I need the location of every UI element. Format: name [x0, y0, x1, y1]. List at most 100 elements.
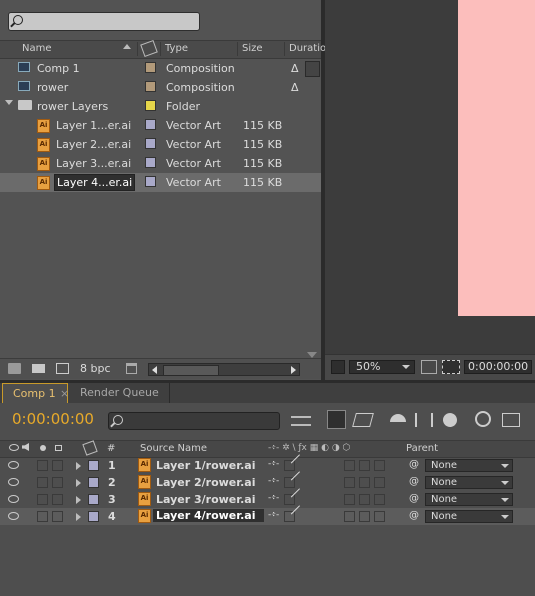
horizontal-scrollbar[interactable]	[148, 363, 300, 376]
project-item[interactable]: rower Composition Δ	[0, 78, 321, 97]
magnification-dropdown[interactable]: 50%	[349, 360, 415, 374]
effect-switch[interactable]	[344, 511, 355, 522]
viewer-timecode[interactable]: 0:00:00:00	[464, 360, 532, 374]
shy-switch-icon[interactable]: -፥-	[268, 510, 279, 520]
project-item[interactable]: Ai Layer 2...er.ai Vector Art 115 KB	[0, 135, 321, 154]
eye-icon[interactable]	[8, 461, 19, 469]
parent-dropdown[interactable]: None	[425, 476, 513, 489]
project-item[interactable]: Comp 1 Composition Δ	[0, 59, 321, 78]
audio-toggle[interactable]	[37, 477, 48, 488]
motion-blur-switch[interactable]	[374, 511, 385, 522]
comp-mini-flowchart-icon[interactable]	[291, 416, 311, 426]
expand-triangle-icon[interactable]	[76, 496, 81, 504]
frame-blending-icon[interactable]	[415, 413, 433, 427]
layer-name[interactable]: Layer 1/rower.ai	[156, 459, 255, 472]
label-color-chip[interactable]	[88, 460, 99, 471]
motion-blur-switch[interactable]	[374, 477, 385, 488]
eye-icon[interactable]	[8, 512, 19, 520]
label-color-chip[interactable]	[145, 100, 156, 111]
parent-dropdown[interactable]: None	[425, 493, 513, 506]
effect-switch[interactable]	[344, 494, 355, 505]
effect-switch[interactable]	[344, 477, 355, 488]
audio-toggle[interactable]	[37, 511, 48, 522]
eye-icon[interactable]	[8, 495, 19, 503]
current-time-display[interactable]: 0:00:00:00	[12, 410, 94, 428]
project-search-input[interactable]	[8, 12, 200, 31]
expand-triangle-icon[interactable]	[76, 513, 81, 521]
shy-switch-icon[interactable]: -፥-	[268, 476, 279, 486]
frame-blend-switch[interactable]	[359, 477, 370, 488]
parent-dropdown[interactable]: None	[425, 510, 513, 523]
draft-3d-icon[interactable]	[352, 413, 374, 427]
live-update-icon[interactable]	[327, 410, 346, 429]
audio-switch-icon[interactable]	[22, 443, 29, 451]
safe-margins-icon[interactable]	[421, 360, 437, 374]
solo-switch-icon[interactable]	[40, 445, 46, 451]
audio-toggle[interactable]	[37, 460, 48, 471]
video-switch-icon[interactable]	[9, 444, 19, 451]
effect-switch[interactable]	[344, 460, 355, 471]
shy-switch-icon[interactable]: -፥-	[268, 459, 279, 469]
parent-header[interactable]: Parent	[406, 443, 438, 454]
audio-toggle[interactable]	[37, 494, 48, 505]
label-color-chip[interactable]	[88, 511, 99, 522]
pick-whip-icon[interactable]: @	[409, 459, 419, 470]
interpret-footage-icon[interactable]	[8, 363, 21, 374]
size-column-header[interactable]: Size	[242, 43, 263, 54]
tab-comp-1[interactable]: Comp 1 ×	[2, 383, 69, 404]
scroll-left-arrow-icon[interactable]	[152, 366, 157, 374]
expand-triangle-icon[interactable]	[76, 479, 81, 487]
motion-blur-switch[interactable]	[374, 460, 385, 471]
project-item[interactable]: Ai Layer 3...er.ai Vector Art 115 KB	[0, 154, 321, 173]
frame-blend-switch[interactable]	[359, 494, 370, 505]
vertical-scrollbar[interactable]	[305, 58, 319, 358]
always-preview-icon[interactable]	[331, 360, 345, 374]
lock-toggle[interactable]	[52, 477, 63, 488]
layer-name[interactable]: Layer 2/rower.ai	[156, 476, 255, 489]
label-tag-icon[interactable]	[140, 39, 158, 58]
label-color-chip[interactable]	[145, 119, 156, 130]
lock-toggle[interactable]	[52, 460, 63, 471]
project-item[interactable]: rower Layers Folder	[0, 97, 321, 116]
type-column-header[interactable]: Type	[165, 43, 188, 54]
sort-ascending-icon[interactable]	[123, 44, 131, 49]
layer-row[interactable]: 1 Ai Layer 1/rower.ai -፥- @ None	[0, 454, 535, 474]
shy-switch-icon[interactable]: -፥-	[268, 493, 279, 503]
close-icon[interactable]: ×	[60, 384, 69, 404]
duration-column-header[interactable]: Duratio	[289, 43, 326, 54]
item-name[interactable]: Layer 4...er.ai	[54, 174, 136, 191]
pick-whip-icon[interactable]: @	[409, 493, 419, 504]
new-composition-icon[interactable]	[56, 363, 69, 374]
region-of-interest-icon[interactable]	[442, 360, 460, 374]
scroll-thumb[interactable]	[163, 365, 219, 376]
frame-blend-switch[interactable]	[359, 460, 370, 471]
brainstorm-icon[interactable]	[475, 411, 491, 427]
tab-render-queue[interactable]: Render Queue	[70, 383, 170, 403]
label-color-chip[interactable]	[145, 176, 156, 187]
label-color-chip[interactable]	[145, 157, 156, 168]
trash-icon[interactable]	[126, 363, 137, 374]
name-column-header[interactable]: Name	[22, 43, 52, 54]
layer-row[interactable]: 4 Ai Layer 4/rower.ai -፥- @ None	[0, 505, 535, 525]
label-color-chip[interactable]	[145, 62, 156, 73]
eye-icon[interactable]	[8, 478, 19, 486]
layer-number-header[interactable]: #	[107, 443, 115, 454]
layer-name[interactable]: Layer 3/rower.ai	[156, 493, 255, 506]
expand-triangle-icon[interactable]	[76, 462, 81, 470]
label-tag-icon[interactable]	[82, 440, 98, 456]
layer-row[interactable]: 3 Ai Layer 3/rower.ai -፥- @ None	[0, 488, 535, 508]
disclosure-triangle-icon[interactable]	[5, 100, 13, 105]
new-folder-icon[interactable]	[32, 364, 45, 373]
parent-dropdown[interactable]: None	[425, 459, 513, 472]
motion-blur-switch[interactable]	[374, 494, 385, 505]
project-item[interactable]: Ai Layer 1...er.ai Vector Art 115 KB	[0, 116, 321, 135]
label-color-chip[interactable]	[145, 81, 156, 92]
frame-blend-switch[interactable]	[359, 511, 370, 522]
label-color-chip[interactable]	[145, 138, 156, 149]
scroll-right-arrow-icon[interactable]	[291, 366, 296, 374]
project-item[interactable]: Ai Layer 4...er.ai Vector Art 115 KB	[0, 173, 321, 192]
lock-icon[interactable]	[55, 445, 62, 451]
pick-whip-icon[interactable]: @	[409, 510, 419, 521]
timeline-search-input[interactable]	[108, 412, 280, 430]
label-color-chip[interactable]	[88, 477, 99, 488]
